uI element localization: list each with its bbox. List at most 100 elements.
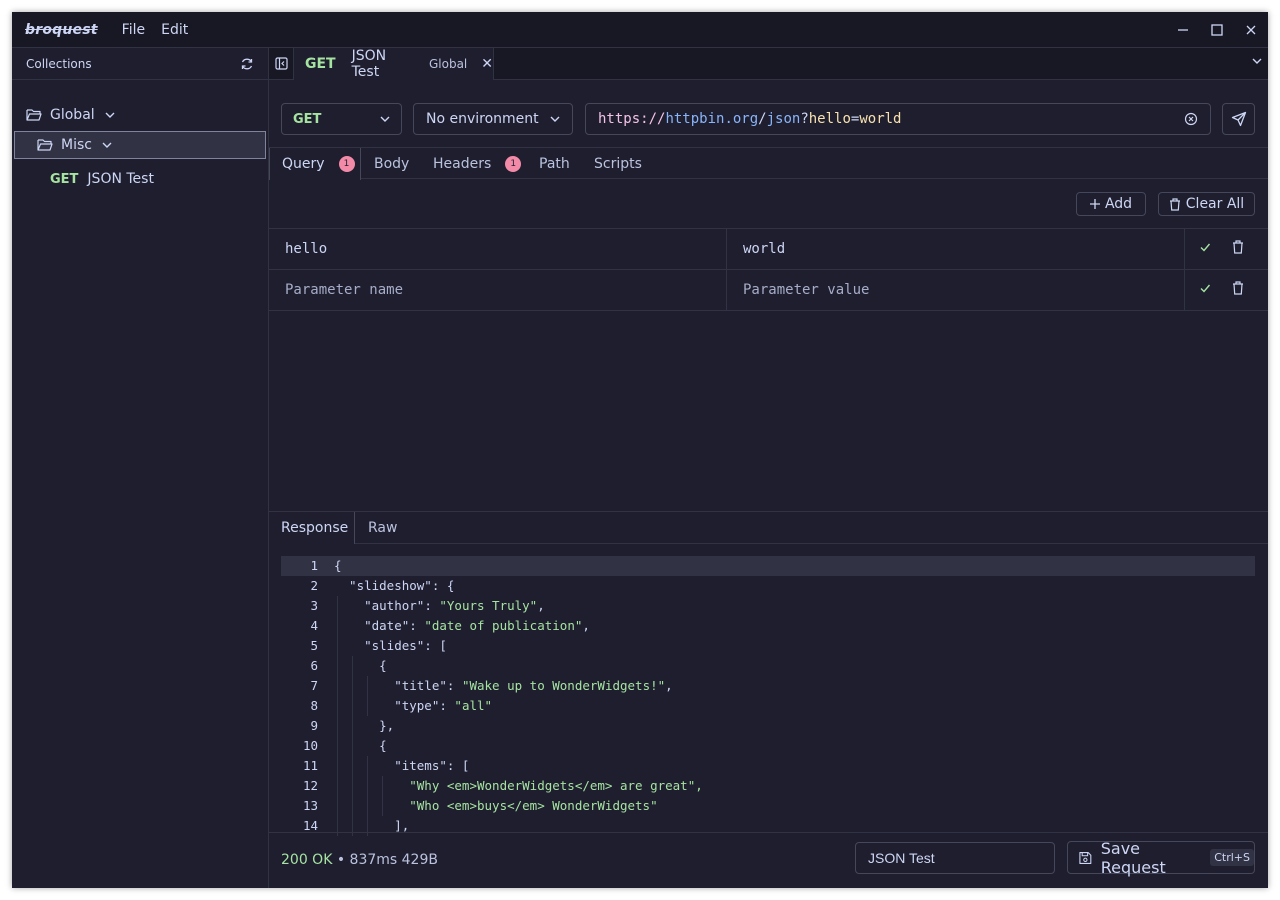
code-token: "all" <box>454 698 493 713</box>
tab-scripts[interactable]: Scripts <box>594 148 642 179</box>
tree-global-label: Global <box>50 107 95 123</box>
send-button[interactable] <box>1222 103 1255 135</box>
line-number: 12 <box>302 778 318 793</box>
param-key-placeholder[interactable]: Parameter name <box>285 270 725 310</box>
response-meta: • 837ms 429B <box>332 852 438 868</box>
chevron-down-icon <box>380 116 390 122</box>
line-number: 5 <box>310 638 318 653</box>
line-number: 6 <box>310 658 318 673</box>
line-number: 11 <box>302 758 318 773</box>
clear-all-button[interactable]: Clear All <box>1158 192 1255 216</box>
keyboard-shortcut: Ctrl+S <box>1210 849 1254 866</box>
trash-icon[interactable] <box>1232 240 1244 254</box>
code-token: "date" <box>334 618 410 633</box>
request-tab-bar: GET JSON Test Global ✕ <box>269 48 1268 80</box>
code-token: , <box>582 618 590 633</box>
code-line: 4 "date": "date of publication", <box>281 616 1255 636</box>
tree-folder-misc[interactable]: Misc <box>14 131 266 159</box>
request-tabs: Query 1 Body Headers 1 Path Scripts <box>269 147 1268 180</box>
code-token: "type" <box>334 698 440 713</box>
method-select[interactable]: GET <box>281 103 402 135</box>
status-code: 200 OK <box>281 852 333 868</box>
collections-sidebar: Collections Global Misc GET JSON Test <box>12 48 269 888</box>
environment-select[interactable]: No environment <box>413 103 573 135</box>
request-name-input[interactable] <box>855 842 1055 874</box>
tree-request-json-test[interactable]: GET JSON Test <box>50 168 154 190</box>
tree-request-label: JSON Test <box>87 171 154 187</box>
close-window-button[interactable] <box>1234 12 1268 47</box>
check-icon[interactable] <box>1199 282 1211 294</box>
trash-icon <box>1169 197 1180 211</box>
add-param-label: Add <box>1104 196 1133 212</box>
code-token: : <box>439 698 455 713</box>
code-line: 9 }, <box>281 716 1255 736</box>
minimize-button[interactable] <box>1166 12 1200 47</box>
tab-json-test[interactable]: GET JSON Test Global ✕ <box>294 48 494 80</box>
code-token: "Wake up to WonderWidgets!" <box>461 678 666 693</box>
tree-folder-global[interactable]: Global <box>26 104 115 126</box>
column-divider <box>1184 270 1185 310</box>
plus-icon <box>1089 199 1100 209</box>
folder-open-icon <box>37 139 53 151</box>
tab-path[interactable]: Path <box>539 148 570 179</box>
column-divider <box>726 270 727 310</box>
tab-raw[interactable]: Raw <box>368 512 397 543</box>
code-line: 11 "items": [ <box>281 756 1255 776</box>
code-token: "author" <box>334 598 425 613</box>
param-key-input[interactable]: hello <box>285 229 725 269</box>
code-line: 10 { <box>281 736 1255 756</box>
save-request-button[interactable]: Save Request Ctrl+S <box>1067 839 1255 877</box>
tab-headers[interactable]: Headers 1 <box>433 148 522 179</box>
chevron-down-icon[interactable] <box>1252 57 1262 65</box>
tab-response[interactable]: Response <box>269 512 355 544</box>
code-text: { <box>334 738 387 753</box>
send-icon <box>1231 111 1246 127</box>
code-line: 7 "title": "Wake up to WonderWidgets!", <box>281 676 1255 696</box>
table-row: Parameter name Parameter value <box>269 269 1268 311</box>
method-badge: GET <box>50 171 79 187</box>
tab-body-label: Body <box>374 155 410 172</box>
maximize-icon <box>1211 23 1223 36</box>
sidebar-header: Collections <box>12 48 268 80</box>
code-text: "title": "Wake up to WonderWidgets!", <box>334 676 672 696</box>
add-param-button[interactable]: Add <box>1076 192 1146 216</box>
status-bar: 200 OK • 837ms 429B Save Request Ctrl+S <box>269 832 1268 888</box>
menu-edit[interactable]: Edit <box>161 22 188 38</box>
menu-file[interactable]: File <box>122 22 145 38</box>
chevron-down-icon <box>550 116 560 122</box>
code-token: : <box>424 598 440 613</box>
trash-icon[interactable] <box>1232 281 1244 295</box>
code-text: "Why <em>WonderWidgets</em> are great", <box>334 778 703 793</box>
code-text: "date": "date of publication", <box>334 616 590 636</box>
sidebar-toggle-button[interactable] <box>269 48 294 79</box>
check-icon[interactable] <box>1199 241 1211 253</box>
environment-value: No environment <box>426 111 539 127</box>
query-count-badge: 1 <box>338 156 355 172</box>
url-input[interactable]: https://httpbin.org/json?hello=world <box>585 103 1211 135</box>
tab-headers-label: Headers <box>433 155 492 172</box>
url-slash: / <box>758 111 767 127</box>
maximize-button[interactable] <box>1200 12 1234 47</box>
line-number: 10 <box>302 738 318 753</box>
sidebar-collapse-icon <box>274 57 288 70</box>
chevron-down-icon <box>102 142 112 148</box>
url-query-value: world <box>859 111 902 127</box>
line-number: 8 <box>310 698 318 713</box>
clear-circle-icon[interactable] <box>1184 112 1198 126</box>
close-icon <box>1246 25 1256 34</box>
tab-body[interactable]: Body <box>374 148 409 179</box>
code-text: { <box>334 658 387 673</box>
tab-response-label: Response <box>281 520 349 536</box>
code-line: 2 "slideshow": { <box>281 576 1255 596</box>
code-text: "slideshow": { <box>334 578 455 593</box>
code-line: 13 "Who <em>buys</em> WonderWidgets" <box>281 796 1255 816</box>
param-value-placeholder[interactable]: Parameter value <box>743 270 1183 310</box>
refresh-icon[interactable] <box>240 57 254 71</box>
url-host: httpbin.org <box>665 111 759 127</box>
column-divider <box>1184 229 1185 269</box>
param-value-input[interactable]: world <box>743 229 1183 269</box>
response-body-viewer[interactable]: 1{2 "slideshow": {3 "author": "Yours Tru… <box>281 556 1255 836</box>
tab-method: GET <box>305 56 336 72</box>
tab-close-button[interactable]: ✕ <box>481 56 493 72</box>
tab-query[interactable]: Query 1 <box>269 148 361 180</box>
